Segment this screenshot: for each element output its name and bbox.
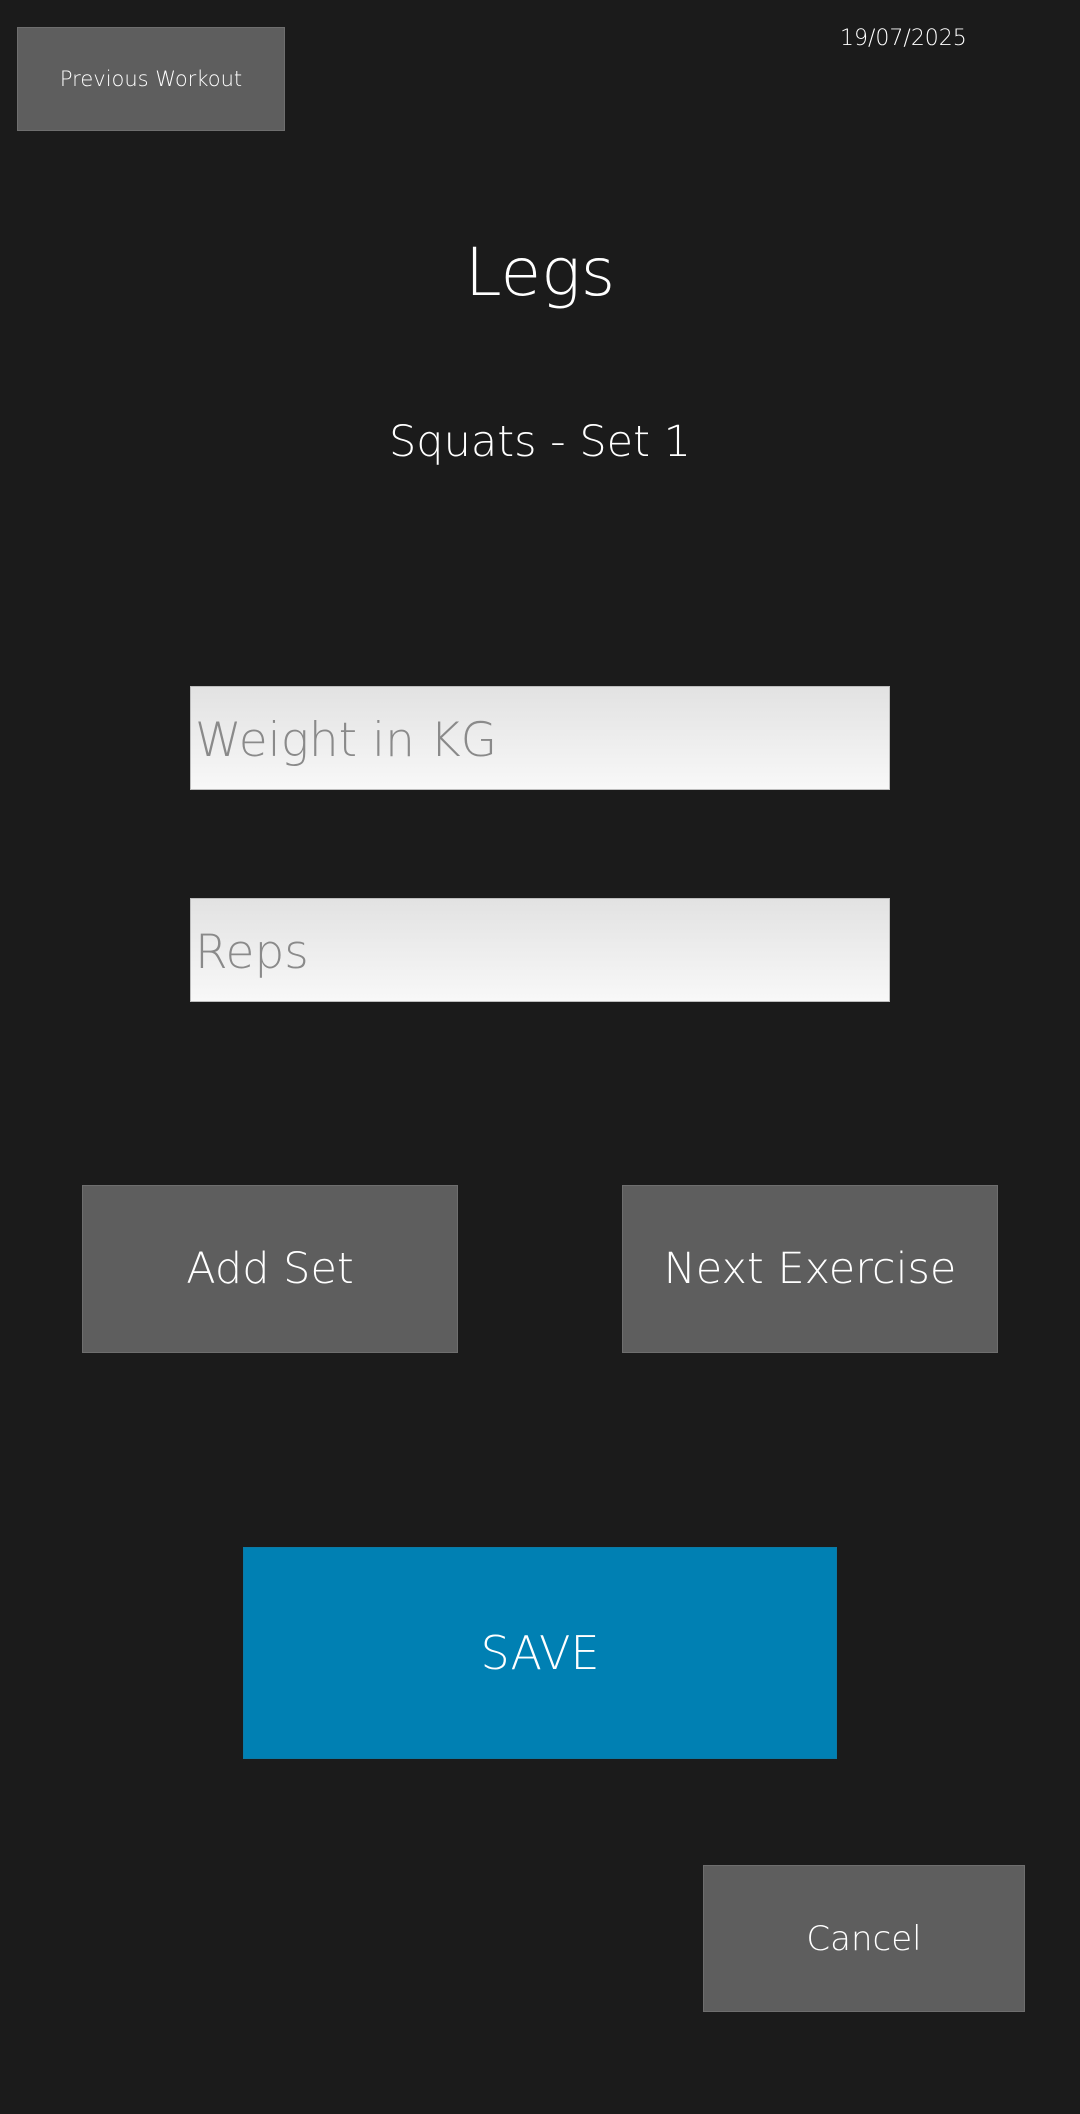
save-button[interactable]: SAVE — [243, 1547, 837, 1759]
next-exercise-button[interactable]: Next Exercise — [622, 1185, 998, 1353]
exercise-set-label: Squats - Set 1 — [389, 417, 691, 467]
reps-input[interactable] — [190, 898, 890, 1002]
weight-input[interactable] — [190, 686, 890, 790]
workout-title: Legs — [464, 234, 616, 311]
workout-date: 19/07/2025 — [840, 26, 967, 51]
cancel-button[interactable]: Cancel — [703, 1865, 1025, 2012]
add-set-button[interactable]: Add Set — [82, 1185, 458, 1353]
previous-workout-button[interactable]: Previous Workout — [17, 27, 285, 131]
